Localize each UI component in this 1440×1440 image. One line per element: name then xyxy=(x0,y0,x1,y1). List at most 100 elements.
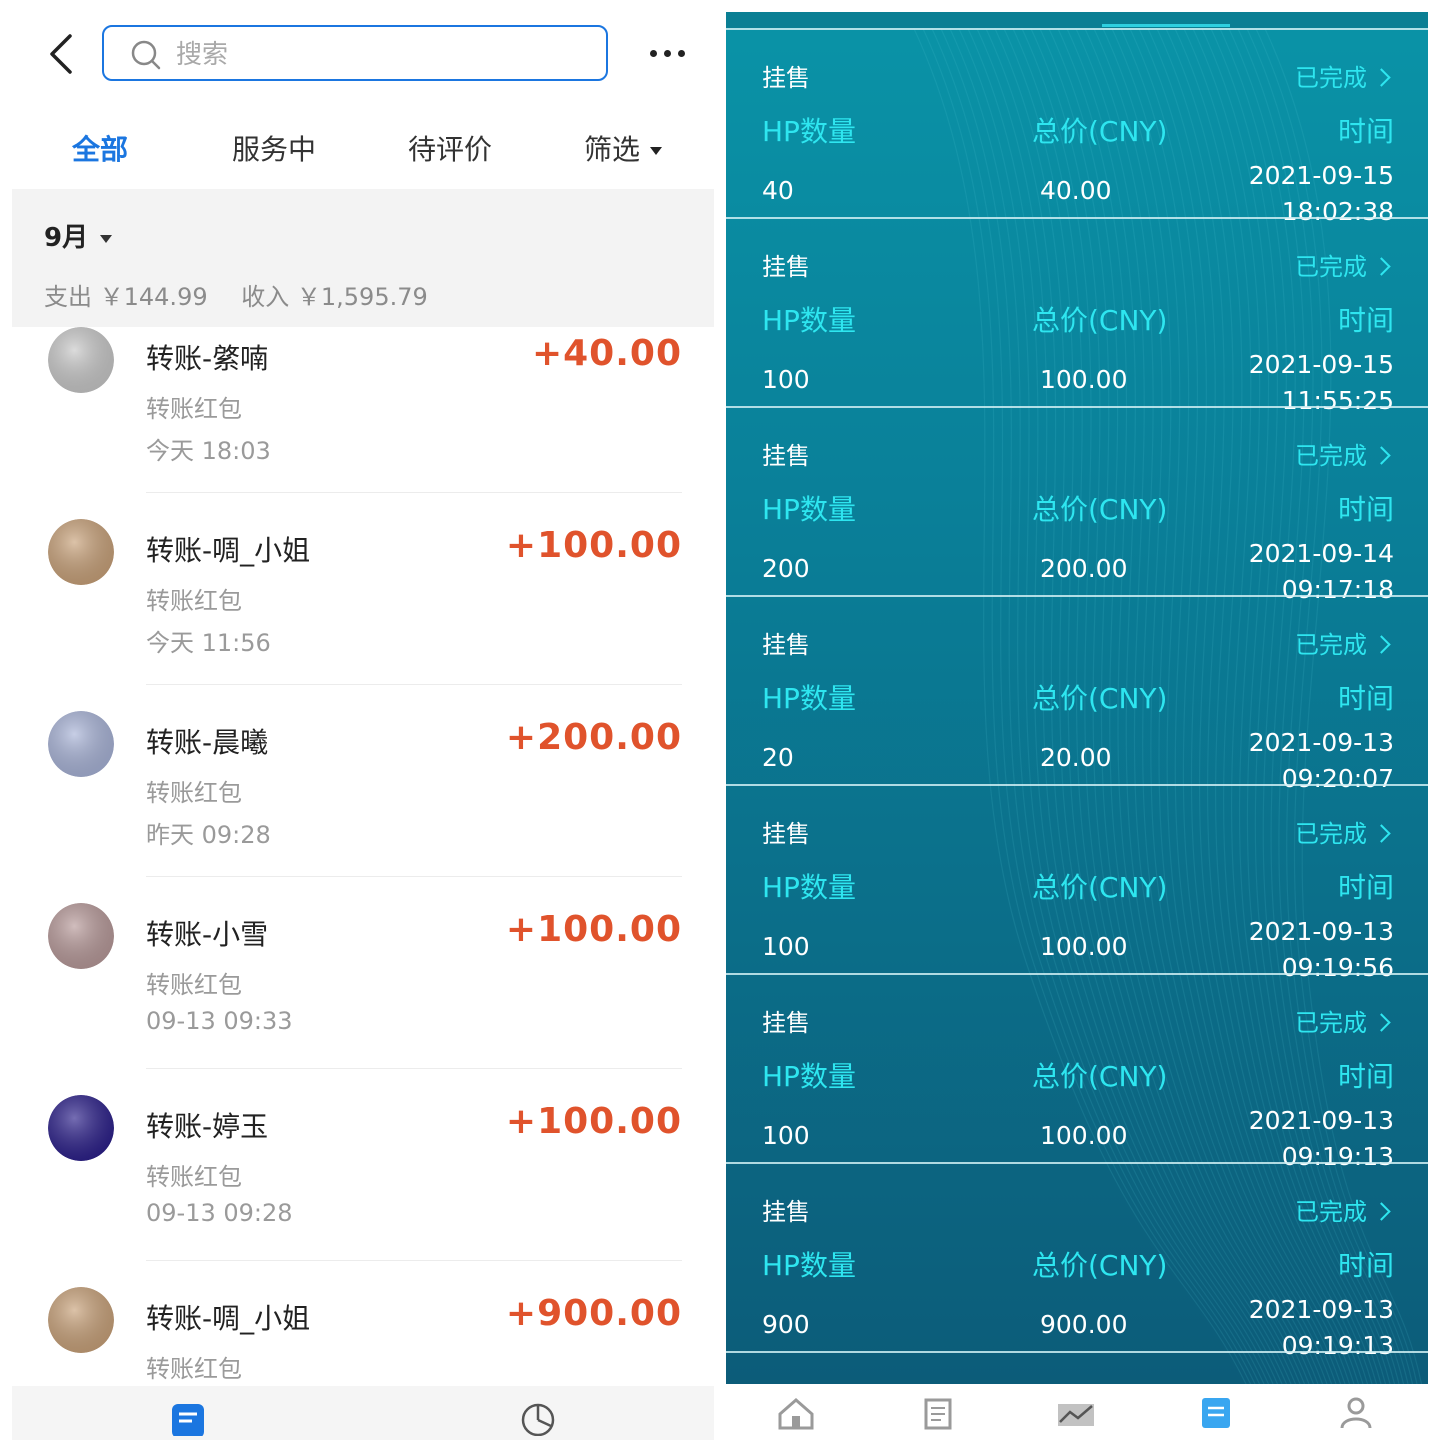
time-label: 时间 xyxy=(1337,871,1394,904)
qty-label: HP数量 xyxy=(762,1060,856,1093)
chevron-right-icon xyxy=(1372,67,1391,87)
divider xyxy=(146,1068,682,1069)
hp-trade-records-panel: 挂售 已完成 HP数量 总价(CNY) 时间 40 40.00 2021-09-15 18:02… xyxy=(726,12,1428,1384)
transaction-title: 转账-綮喃 xyxy=(146,342,269,375)
divider xyxy=(726,1162,1428,1164)
search-icon xyxy=(131,40,161,70)
record-type: 挂售 xyxy=(762,1198,810,1226)
month-summary: 9月 支出 ￥144.99 收入 ￥1,595.79 xyxy=(12,189,714,327)
qty-label: HP数量 xyxy=(762,682,856,715)
search-input[interactable] xyxy=(174,35,578,75)
price-label: 总价(CNY) xyxy=(1032,1060,1168,1093)
trade-record[interactable]: 挂售 已完成 HP数量 总价(CNY) 时间 40 40.00 2021-09-15 18:02… xyxy=(726,28,1428,226)
user-icon[interactable] xyxy=(1334,1394,1378,1430)
record-type: 挂售 xyxy=(762,1009,810,1037)
transaction-title: 转账-晨曦 xyxy=(146,726,269,759)
divider xyxy=(146,1260,682,1261)
chart-icon[interactable] xyxy=(1054,1394,1098,1430)
trade-record[interactable]: 挂售 已完成 HP数量 总价(CNY) 时间 100 100.00 2021-09-13 09:… xyxy=(726,973,1428,1171)
record-status-link[interactable]: 已完成 xyxy=(1295,814,1391,849)
record-status-link[interactable]: 已完成 xyxy=(1295,1003,1391,1038)
record-status: 已完成 xyxy=(1295,253,1367,281)
divider xyxy=(726,784,1428,786)
caret-down-icon xyxy=(650,147,663,155)
transaction-type: 转账红包 xyxy=(146,779,242,807)
record-status-link[interactable]: 已完成 xyxy=(1295,247,1391,282)
transaction-amount: +100.00 xyxy=(505,525,682,566)
time-label: 时间 xyxy=(1337,304,1394,337)
transaction-row[interactable]: 转账-婷玉 转账红包 09-13 09:28 +100.00 xyxy=(12,1095,714,1287)
divider xyxy=(726,973,1428,975)
record-type: 挂售 xyxy=(762,820,810,848)
transaction-time: 今天 18:03 xyxy=(146,437,271,465)
record-date: 2021-09-14 xyxy=(1248,539,1394,568)
back-button[interactable] xyxy=(42,30,82,78)
divider xyxy=(726,28,1428,30)
top-indicator xyxy=(726,12,1428,28)
price-label: 总价(CNY) xyxy=(1032,115,1168,148)
tab-filter[interactable]: 筛选 xyxy=(584,128,663,168)
transaction-title: 转账-小雪 xyxy=(146,918,269,951)
record-status: 已完成 xyxy=(1295,631,1367,659)
divider xyxy=(146,684,682,685)
top-bar xyxy=(12,0,714,110)
transaction-title: 转账-婷玉 xyxy=(146,1110,269,1143)
caret-down-icon xyxy=(100,234,113,243)
tab-all[interactable]: 全部 xyxy=(72,128,128,168)
chevron-right-icon xyxy=(1372,1201,1391,1221)
tab-in-service[interactable]: 服务中 xyxy=(232,128,316,168)
pie-chart-icon[interactable] xyxy=(520,1400,556,1436)
divider xyxy=(726,217,1428,219)
avatar xyxy=(48,711,114,777)
record-status: 已完成 xyxy=(1295,442,1367,470)
price-label: 总价(CNY) xyxy=(1032,1249,1168,1282)
record-date: 2021-09-15 xyxy=(1248,161,1394,190)
orders-icon[interactable] xyxy=(1194,1394,1238,1430)
qty-value: 100 xyxy=(762,365,810,394)
record-status-link[interactable]: 已完成 xyxy=(1295,58,1391,93)
transaction-time: 今天 11:56 xyxy=(146,629,271,657)
expense-total: 支出 ￥144.99 xyxy=(44,283,208,311)
transaction-row[interactable]: 转账-啁_小姐 转账红包 今天 11:56 +100.00 xyxy=(12,519,714,711)
trade-record[interactable]: 挂售 已完成 HP数量 总价(CNY) 时间 200 200.00 2021-09-14 09:… xyxy=(726,406,1428,604)
trade-record[interactable]: 挂售 已完成 HP数量 总价(CNY) 时间 100 100.00 2021-09-13 09:… xyxy=(726,784,1428,982)
record-date: 2021-09-13 xyxy=(1248,917,1394,946)
transaction-amount: +100.00 xyxy=(505,909,682,950)
trade-record[interactable]: 挂售 已完成 HP数量 总价(CNY) 时间 100 100.00 2021-09-15 11:… xyxy=(726,217,1428,415)
divider xyxy=(146,876,682,877)
transaction-row[interactable]: 转账-小雪 转账红包 09-13 09:33 +100.00 xyxy=(12,903,714,1095)
income-total: 收入 ￥1,595.79 xyxy=(241,283,428,311)
record-type: 挂售 xyxy=(762,631,810,659)
transaction-amount: +40.00 xyxy=(531,333,682,374)
transaction-time: 昨天 09:28 xyxy=(146,821,271,849)
filter-tabs: 全部 服务中 待评价 筛选 xyxy=(12,118,714,178)
bill-list-icon[interactable] xyxy=(170,1400,206,1436)
time-label: 时间 xyxy=(1337,682,1394,715)
transaction-row[interactable]: 转账-晨曦 转账红包 昨天 09:28 +200.00 xyxy=(12,711,714,903)
qty-label: HP数量 xyxy=(762,493,856,526)
home-icon[interactable] xyxy=(774,1394,818,1430)
month-selector[interactable]: 9月 xyxy=(44,217,113,254)
divider xyxy=(726,406,1428,408)
more-options-button[interactable] xyxy=(648,42,688,66)
search-box[interactable] xyxy=(102,25,608,81)
tab-pending-review[interactable]: 待评价 xyxy=(408,128,492,168)
record-status-link[interactable]: 已完成 xyxy=(1295,1192,1391,1227)
avatar xyxy=(48,1287,114,1353)
dot-icon xyxy=(650,50,657,57)
trade-record[interactable]: 挂售 已完成 HP数量 总价(CNY) 时间 20 20.00 2021-09-13 09:20… xyxy=(726,595,1428,793)
document-icon[interactable] xyxy=(916,1394,960,1430)
price-value: 40.00 xyxy=(1040,176,1112,205)
record-date: 2021-09-15 xyxy=(1248,350,1394,379)
time-label: 时间 xyxy=(1337,1249,1394,1282)
transaction-row[interactable]: 转账-綮喃 转账红包 今天 18:03 +40.00 xyxy=(12,327,714,519)
qty-value: 200 xyxy=(762,554,810,583)
trade-record[interactable]: 挂售 已完成 HP数量 总价(CNY) 时间 900 900.00 2021-09-13 09:… xyxy=(726,1162,1428,1360)
dot-icon xyxy=(678,50,685,57)
transaction-title: 转账-啁_小姐 xyxy=(146,534,311,567)
record-status-link[interactable]: 已完成 xyxy=(1295,625,1391,660)
record-status-link[interactable]: 已完成 xyxy=(1295,436,1391,471)
record-type: 挂售 xyxy=(762,442,810,470)
tab-underline xyxy=(1102,24,1230,27)
price-value: 200.00 xyxy=(1040,554,1128,583)
